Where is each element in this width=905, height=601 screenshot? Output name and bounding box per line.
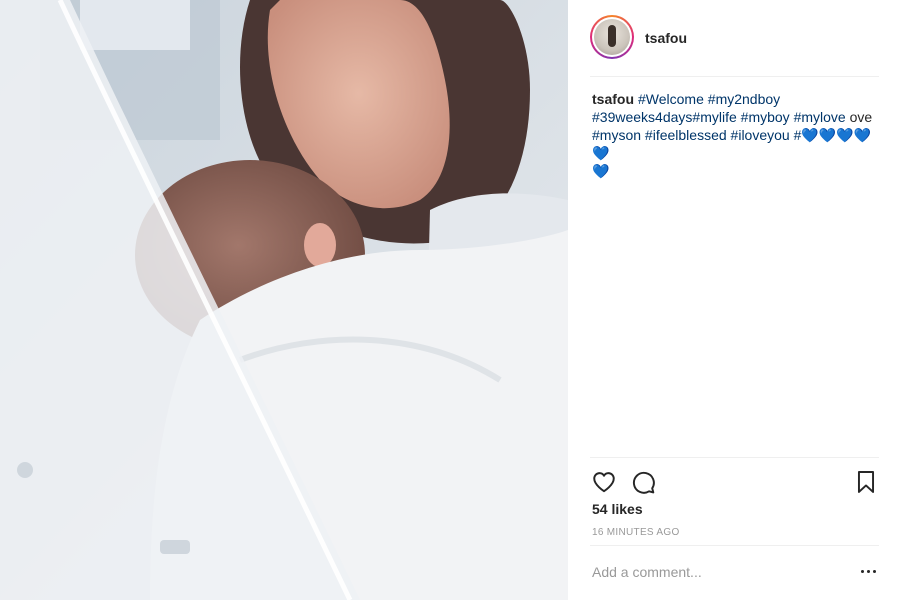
hashtag-link[interactable]: #mylove [794,109,846,125]
hashtag-link[interactable]: #myboy [741,109,790,125]
hashtag-link[interactable]: #mylife [692,109,736,125]
post-header: tsafou [590,14,879,77]
ellipsis-icon [866,569,870,573]
caption-line-3: #myson #ifeelblessed #iloveyou #💙💙💙💙💙 [592,126,882,162]
hashtag-link[interactable]: #39weeks4days [592,109,692,125]
comment-button[interactable] [630,469,656,495]
more-options-button[interactable] [857,560,879,582]
bookmark-outline-icon [857,471,875,493]
avatar[interactable] [590,15,634,59]
comment-section [590,545,879,601]
like-count[interactable]: 54 likes [592,501,643,517]
avatar-border [592,17,632,57]
blue-heart-emoji: 💙 [592,163,610,179]
caption-line-4: 💙 [592,162,882,180]
hashtag-link[interactable]: #ifeelblessed [645,127,727,143]
photo-mother-newborn [0,0,568,600]
caption-username[interactable]: tsafou [592,91,634,107]
hashtag-link[interactable]: #iloveyou [731,127,790,143]
speech-bubble-icon [632,471,655,494]
hashtag-link[interactable]: #Welcome [638,91,704,107]
caption-line-2: #39weeks4days#mylife #myboy #mylove ove [592,108,882,126]
caption: tsafou #Welcome #my2ndboy #39weeks4days#m… [592,90,882,180]
caption-text: ove [849,109,873,125]
hashtag-link[interactable]: #myson [592,127,641,143]
caption-line-1: tsafou #Welcome #my2ndboy [592,90,882,108]
ellipsis-icon [872,569,876,573]
like-button[interactable] [591,469,617,495]
action-bar [590,457,879,507]
post-timestamp[interactable]: 16 MINUTES AGO [592,527,680,538]
avatar-image [594,19,630,55]
ellipsis-icon [860,569,864,573]
save-button[interactable] [853,469,879,495]
username-link[interactable]: tsafou [645,30,687,46]
hashtag-link[interactable]: #my2ndboy [708,91,780,107]
post-sidebar: tsafou tsafou #Welcome #my2ndboy #39weeks… [568,0,905,600]
heart-outline-icon [593,472,615,493]
post-photo[interactable] [0,0,568,600]
comment-input[interactable] [592,564,832,580]
